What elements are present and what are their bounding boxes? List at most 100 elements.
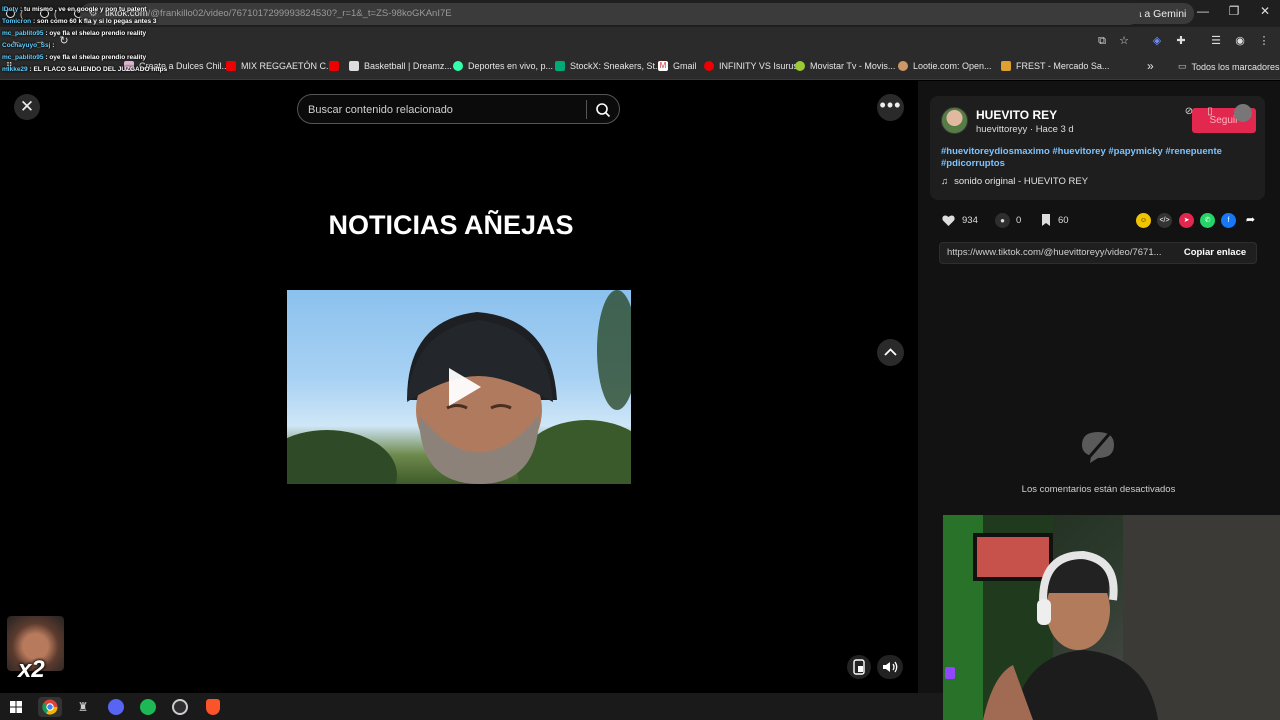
chat-text: son como 60 k fla y si lo pegas antes 3 (36, 18, 157, 25)
search-icon (596, 103, 611, 118)
share-arrow-icon[interactable]: ➦ (1243, 213, 1258, 228)
chat-username: mikke29 (2, 66, 28, 73)
profile-icon[interactable]: ◉ (1232, 33, 1248, 49)
avatar[interactable] (941, 107, 968, 134)
bookmark-icon (1042, 214, 1050, 226)
bookmark-favicon-icon (898, 61, 908, 71)
comments-disabled-message: Los comentarios están desactivados (1021, 484, 1176, 495)
close-window-button[interactable]: ✕ (1250, 4, 1280, 22)
author-name[interactable]: HUEVITO REY (976, 108, 1057, 122)
related-search-bar (297, 94, 620, 124)
stream-chat-overlay: lDoty : tu mismo , ve en google y pon tu… (2, 4, 174, 76)
spotify-taskbar-icon[interactable] (138, 697, 158, 717)
like-button[interactable]: 934 (941, 213, 978, 228)
profile-thumbnail-icon[interactable] (1234, 104, 1252, 122)
whatsapp-icon[interactable]: ✆ (1200, 213, 1215, 228)
chat-message: Cochayuyo_Ssj : (2, 40, 174, 52)
bookmark-label: Gmail (673, 61, 697, 71)
restore-button[interactable]: ❐ (1219, 4, 1249, 22)
bookmark-label: Lootie.com: Open... (913, 61, 992, 71)
bookmark-item[interactable]: Deportes en vivo, p... (453, 61, 553, 71)
emote-multiplier: x2 (18, 656, 45, 683)
compass-icon[interactable]: ⊘ (1182, 106, 1196, 120)
bookmarks-bar: ⠿ Create a Dulces Chil... MIX REGGAETÓN … (0, 55, 1280, 80)
save-button[interactable]: 60 (1040, 213, 1069, 227)
chat-separator: : (50, 42, 55, 49)
author-handle[interactable]: huevittoreyy (976, 124, 1027, 135)
all-bookmarks-label: Todos los marcadores (1191, 61, 1280, 72)
play-button[interactable] (443, 364, 485, 410)
phone-icon[interactable]: ▯ (1203, 106, 1217, 120)
reading-list-icon[interactable]: ☰ (1208, 33, 1224, 49)
url-input[interactable]: ⚙ tiktok.com/@frankillo02/video/76710172… (80, 3, 1140, 25)
embed-icon[interactable]: </> (1157, 213, 1172, 228)
bookmark-item[interactable]: Basketball | Dreamz... (349, 61, 452, 71)
bookmark-favicon-icon (1001, 61, 1011, 71)
stockx-icon (555, 61, 565, 71)
friends-share-icon[interactable]: ☺ (1136, 213, 1151, 228)
like-count: 934 (962, 215, 978, 226)
sound-line[interactable]: ♫ sonido original - HUEVITO REY (941, 176, 1088, 187)
chat-username: mc_pablito95 (2, 30, 44, 37)
bookmark-item[interactable]: INFINITY VS Isurus (704, 61, 798, 71)
minimize-button[interactable]: — (1188, 4, 1218, 22)
extension-shield-icon[interactable]: ◈ (1149, 33, 1165, 49)
windows-start-icon[interactable] (6, 697, 26, 717)
menu-dots-icon[interactable]: ⋮ (1256, 33, 1272, 49)
twitch-badge-icon (945, 667, 955, 679)
video-headline: NOTICIAS AÑEJAS (328, 210, 574, 240)
webcam-image (943, 515, 1280, 720)
bookmark-star-icon[interactable]: ☆ (1116, 33, 1132, 49)
chat-username: mc_pablito95 (2, 54, 44, 61)
chrome-taskbar-icon[interactable] (38, 697, 62, 717)
streamer-webcam (943, 515, 1280, 720)
bookmark-item[interactable]: MIX REGGAETÓN C... (226, 61, 334, 71)
chat-username: Tomicron (2, 18, 32, 25)
bookmark-label: Deportes en vivo, p... (468, 61, 554, 71)
bookmark-item[interactable]: M Gmail (658, 61, 697, 71)
chat-message: lDoty : tu mismo , ve en google y pon tu… (2, 4, 174, 16)
all-bookmarks-button[interactable]: ▭ Todos los marcadores (1178, 61, 1280, 72)
extensions-icon[interactable]: ✚ (1173, 33, 1189, 49)
bookmarks-overflow-button[interactable]: » (1147, 59, 1154, 73)
save-count: 60 (1058, 214, 1069, 226)
bookmark-item[interactable]: Movistar Tv - Movis... (795, 61, 895, 71)
discord-taskbar-icon[interactable] (106, 697, 126, 717)
bookmark-label: INFINITY VS Isurus (719, 61, 798, 71)
brave-taskbar-icon[interactable] (203, 697, 223, 717)
heart-icon (942, 215, 955, 226)
float-player-button[interactable] (847, 655, 871, 679)
send-icon[interactable]: ➤ (1179, 213, 1194, 228)
comment-icon: ● (995, 213, 1010, 228)
hashtags[interactable]: #huevitoreydiosmaximo #huevitorey #papym… (941, 146, 1241, 170)
chat-username: lDoty (2, 6, 19, 13)
comment-button[interactable]: ● 0 (995, 213, 1021, 228)
related-search-input[interactable] (308, 101, 578, 118)
comments-off-icon (1078, 427, 1118, 467)
youtube-icon (329, 61, 339, 71)
bookmark-item[interactable]: StockX: Sneakers, St... (555, 61, 663, 71)
close-video-button[interactable]: ✕ (14, 94, 40, 120)
video-link[interactable]: https://www.tiktok.com/@huevittoreyy/vid… (947, 247, 1173, 258)
copy-link-button[interactable]: Copiar enlace (1174, 243, 1256, 263)
url-path: /@frankillo02/video/7671017299993824530?… (147, 8, 452, 19)
post-time: Hace 3 d (1035, 124, 1074, 135)
chat-message: mc_pablito95 : oye fla el shelao prendio… (2, 52, 174, 64)
bookmark-item[interactable]: Lootie.com: Open... (898, 61, 992, 71)
chat-text: oye fla el shelao prendio reality (49, 54, 147, 61)
bookmark-item[interactable]: FREST - Mercado Sa... (1001, 61, 1109, 71)
facebook-icon[interactable]: f (1221, 213, 1236, 228)
volume-button[interactable] (877, 655, 903, 679)
previous-video-button[interactable] (877, 339, 904, 366)
youtube-icon (226, 61, 236, 71)
obs-taskbar-icon[interactable] (170, 697, 190, 717)
chevron-up-icon (884, 348, 897, 356)
chat-text: oye fla el shelao prendio reality (49, 30, 147, 37)
more-options-button[interactable]: ••• (877, 94, 904, 121)
search-button[interactable] (594, 101, 612, 119)
install-app-icon[interactable]: ⧉ (1094, 33, 1110, 49)
bookmark-item[interactable] (329, 61, 339, 71)
volume-icon (883, 661, 898, 673)
app-taskbar-icon[interactable]: ♜ (73, 697, 93, 717)
bookmark-favicon-icon (349, 61, 359, 71)
